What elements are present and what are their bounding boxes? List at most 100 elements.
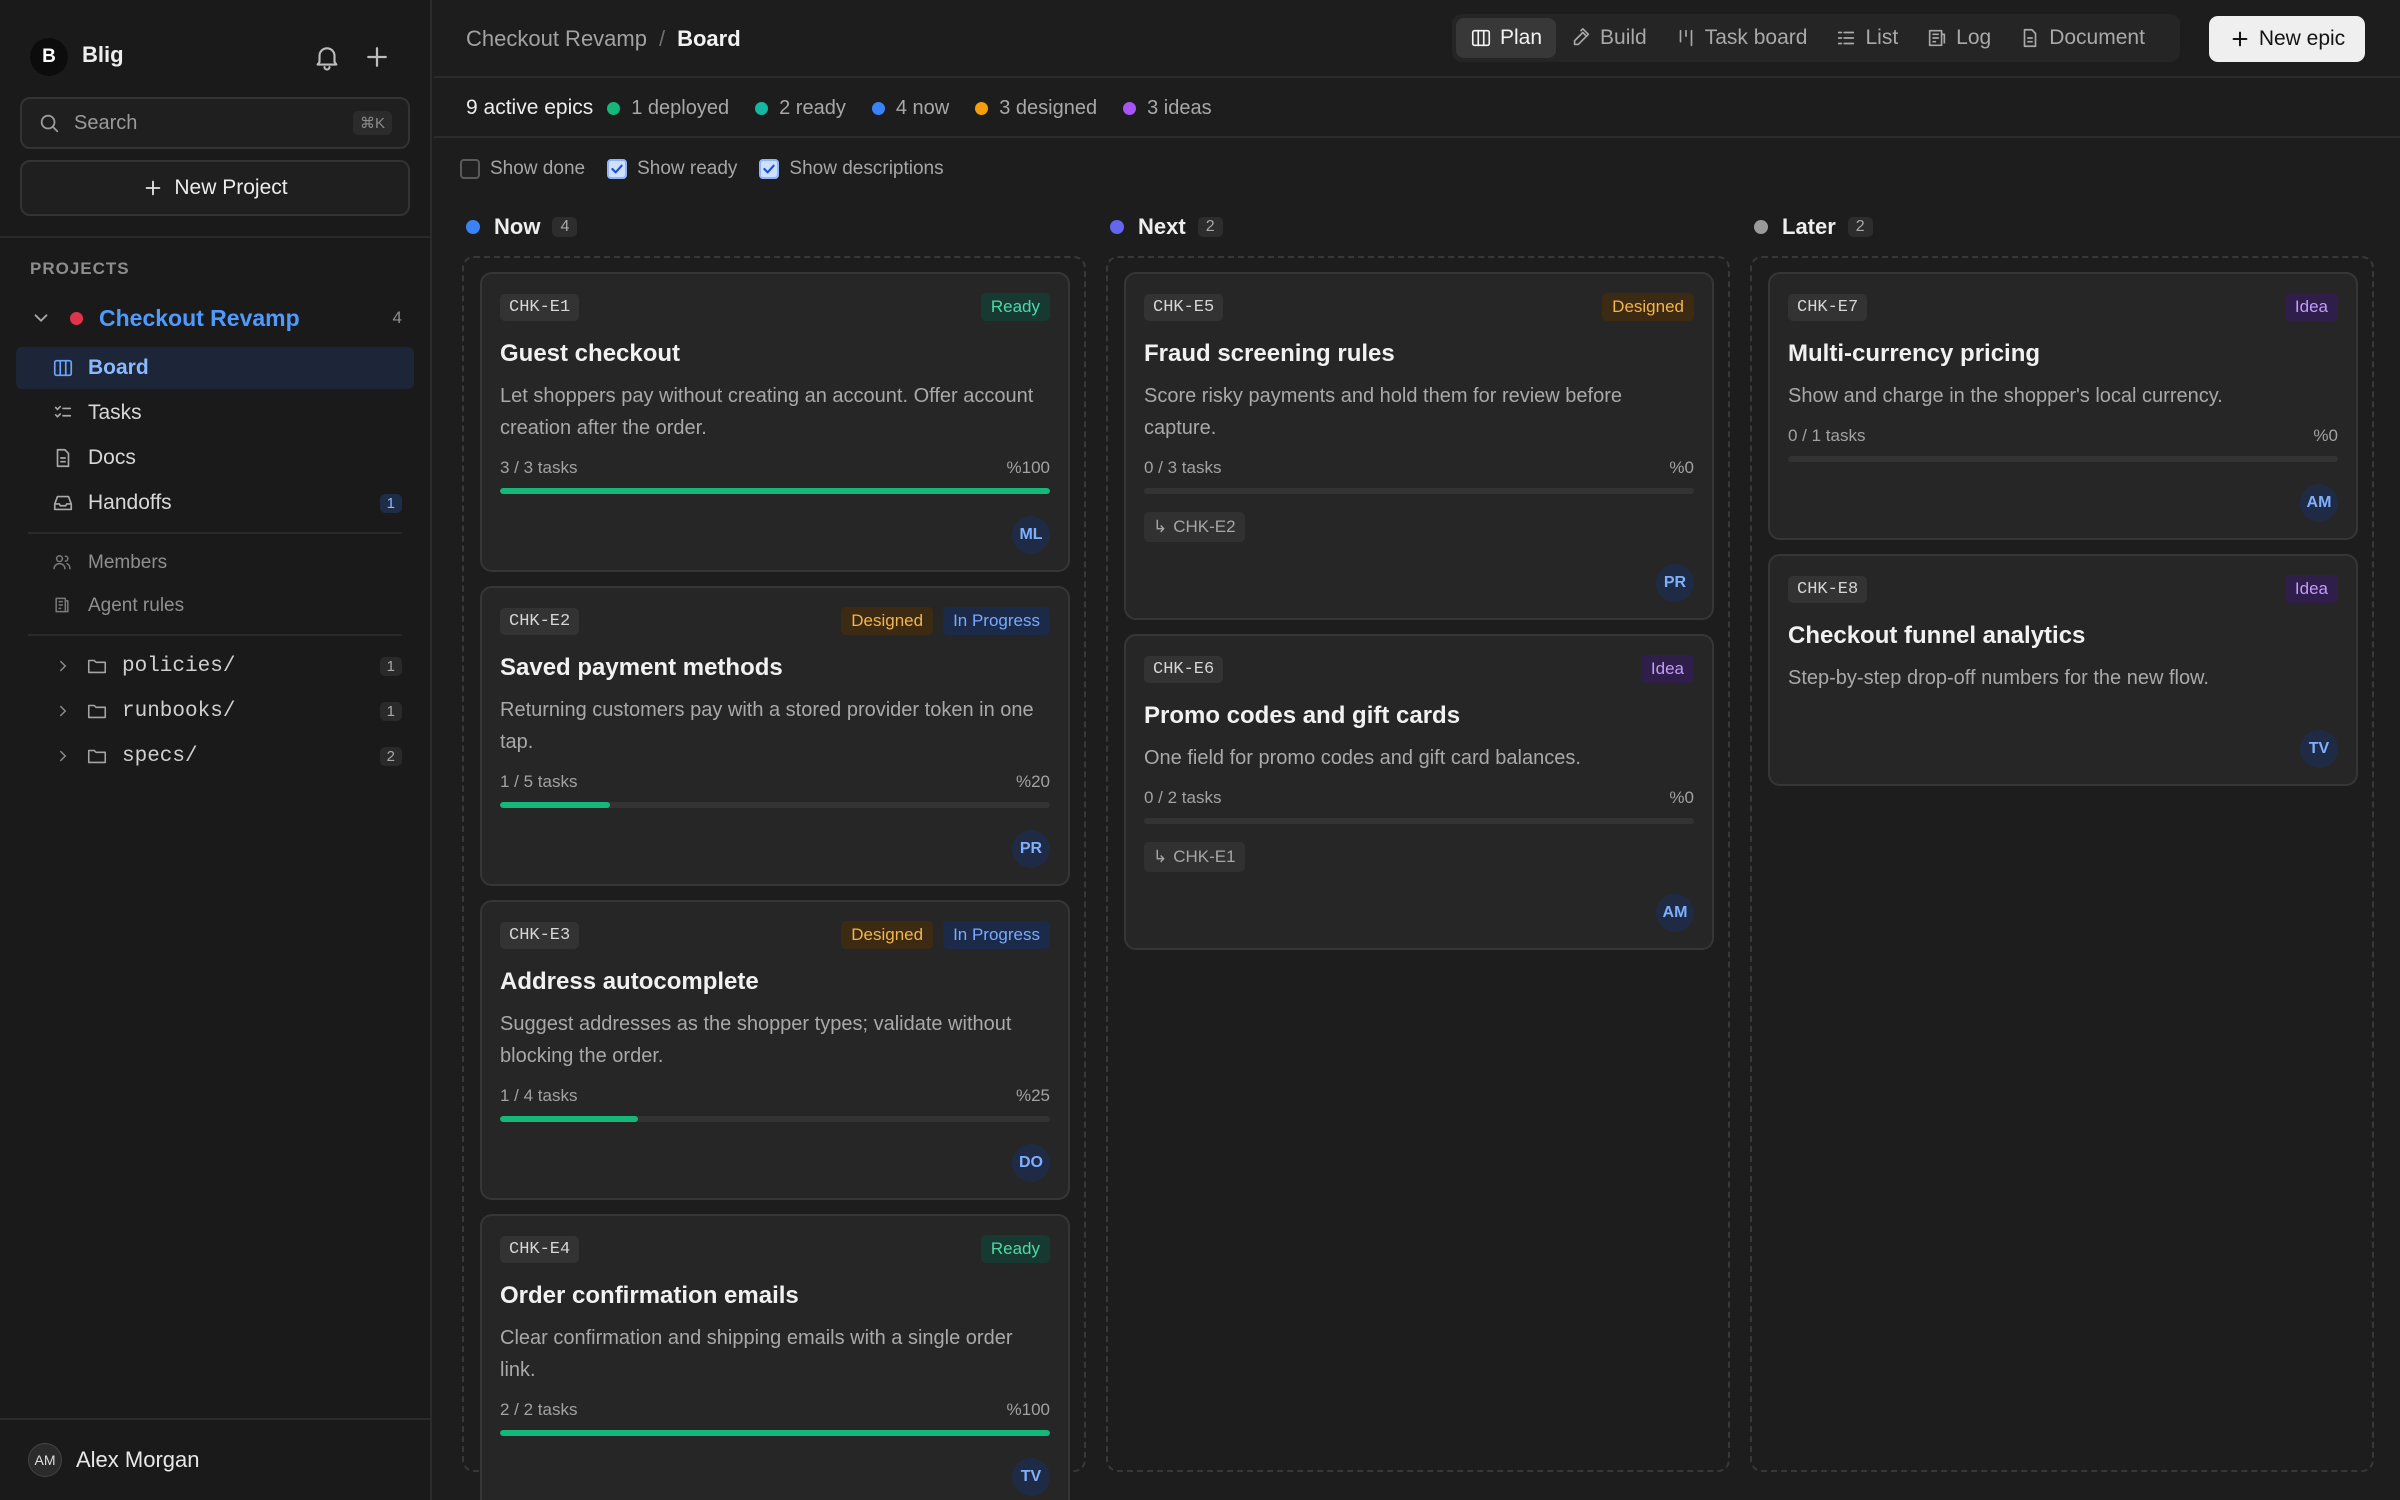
- avatar[interactable]: TV: [2300, 730, 2338, 768]
- column-header-later: Later 2: [1754, 212, 1873, 242]
- epic-card[interactable]: CHK-E1 Ready Guest checkout Let shoppers pa…: [480, 272, 1070, 572]
- new-epic-label: New epic: [2258, 27, 2346, 50]
- epic-title: Fraud screening rules: [1144, 340, 1395, 367]
- epic-card[interactable]: CHK-E3 Designed In Progress Address autocom…: [480, 900, 1070, 1200]
- status-dot: [607, 101, 621, 115]
- dependency-chip[interactable]: ↳ CHK-E1: [1144, 842, 1245, 872]
- tab-plan[interactable]: Plan: [1456, 18, 1557, 58]
- sidebar-item-board[interactable]: Board: [16, 347, 414, 389]
- chevron-right-icon[interactable]: [54, 702, 72, 720]
- members-icon: [52, 552, 74, 574]
- progress-fill: [500, 488, 1050, 494]
- avatar[interactable]: TV: [1012, 1458, 1050, 1496]
- tab-task-board[interactable]: Task board: [1661, 18, 1822, 58]
- checkbox[interactable]: [607, 159, 628, 179]
- sidebar-item-tasks[interactable]: Tasks: [16, 392, 414, 434]
- column-dot: [466, 220, 480, 234]
- breadcrumb-project[interactable]: Checkout Revamp: [466, 26, 647, 52]
- project-count: 4: [392, 308, 402, 327]
- progress-fill: [500, 1116, 638, 1122]
- docs-icon: [52, 447, 74, 469]
- epic-id: CHK-E2: [500, 607, 580, 635]
- filter-label: Show ready: [637, 158, 738, 179]
- avatar[interactable]: PR: [1656, 564, 1694, 602]
- stat-deployed: 1 deployed: [607, 97, 729, 120]
- column-title: Later: [1782, 214, 1836, 239]
- document-icon: [2019, 27, 2041, 49]
- status-badge: Designed: [841, 607, 934, 635]
- bell-icon[interactable]: [312, 42, 342, 72]
- folder-runbooks[interactable]: runbooks/ 1: [16, 690, 414, 732]
- epic-description: Step-by-step drop-off numbers for the ne…: [1788, 667, 2209, 689]
- tab-list[interactable]: List: [1821, 18, 1912, 58]
- card-badges: Idea: [2284, 575, 2338, 603]
- filter-show-done[interactable]: Show done: [460, 158, 585, 180]
- sidebar-item-docs[interactable]: Docs: [16, 437, 414, 479]
- new-project-button[interactable]: New Project: [20, 160, 410, 216]
- epic-title: Guest checkout: [500, 340, 681, 367]
- dependency-id: CHK-E2: [1173, 517, 1236, 536]
- status-dot: [871, 101, 885, 115]
- avatar[interactable]: PR: [1012, 830, 1050, 868]
- avatar[interactable]: AM: [2300, 484, 2338, 522]
- folder-icon: [86, 745, 108, 767]
- divider: [28, 532, 402, 534]
- plus-icon[interactable]: [362, 42, 392, 72]
- breadcrumb-separator: /: [658, 26, 666, 51]
- epic-title: Multi-currency pricing: [1788, 340, 2041, 367]
- stat-ideas: 3 ideas: [1123, 97, 1212, 120]
- checkbox[interactable]: [460, 159, 480, 179]
- status-badge: Idea: [2284, 575, 2338, 603]
- card-badges: Designed In Progress: [841, 607, 1050, 635]
- card-header: CHK-E7 Idea: [1788, 292, 2338, 322]
- task-count: 0 / 3 tasks: [1144, 458, 1222, 477]
- sidebar-item-members[interactable]: Members: [16, 542, 414, 584]
- status-badge: Ready: [980, 293, 1050, 321]
- epic-card[interactable]: CHK-E2 Designed In Progress Saved payment m…: [480, 586, 1070, 886]
- dependency-chip[interactable]: ↳ CHK-E2: [1144, 512, 1245, 542]
- filter-show-ready[interactable]: Show ready: [607, 158, 737, 180]
- avatar[interactable]: DO: [1012, 1144, 1050, 1182]
- avatar[interactable]: AM: [1656, 894, 1694, 932]
- chevron-right-icon[interactable]: [54, 657, 72, 675]
- tab-build[interactable]: Build: [1556, 18, 1661, 58]
- sidebar-item-label: Tasks: [88, 401, 142, 424]
- checkbox[interactable]: [759, 159, 780, 179]
- tab-log[interactable]: Log: [1912, 18, 2005, 58]
- filter-label: Show descriptions: [789, 158, 944, 179]
- folder-policies[interactable]: policies/ 1: [16, 645, 414, 687]
- tab-label: Task board: [1704, 26, 1808, 49]
- list-icon: [1835, 27, 1857, 49]
- stats-bar: 9 active epics 1 deployed 2 ready 4 now …: [434, 80, 2400, 138]
- workspace-avatar[interactable]: B: [30, 38, 68, 76]
- epic-title: Checkout funnel analytics: [1788, 622, 2086, 649]
- progress-percent: %100: [1006, 1400, 1050, 1419]
- chevron-right-icon[interactable]: [54, 747, 72, 765]
- epic-card[interactable]: CHK-E7 Idea Multi-currency pricing Show and…: [1768, 272, 2358, 540]
- filter-show-descriptions[interactable]: Show descriptions: [759, 158, 944, 180]
- progress-bar: [500, 1116, 1050, 1122]
- card-header: CHK-E5 Designed: [1144, 292, 1694, 322]
- dependency-arrow-icon: ↳: [1153, 517, 1168, 536]
- project-checkout-revamp[interactable]: Checkout Revamp 4: [20, 298, 412, 338]
- column-count: 2: [1847, 217, 1873, 237]
- sidebar-item-handoffs[interactable]: Handoffs 1: [16, 482, 414, 524]
- new-epic-button[interactable]: New epic: [2209, 16, 2365, 62]
- epic-card[interactable]: CHK-E8 Idea Checkout funnel analytics Step-…: [1768, 554, 2358, 786]
- epic-card[interactable]: CHK-E5 Designed Fraud screening rules Score…: [1124, 272, 1714, 620]
- user-menu[interactable]: AM Alex Morgan: [0, 1418, 430, 1500]
- plus-icon: [142, 177, 164, 199]
- chevron-down-icon[interactable]: [30, 307, 52, 329]
- search-input[interactable]: Search ⌘K: [20, 97, 410, 149]
- epic-card[interactable]: CHK-E6 Idea Promo codes and gift cards One …: [1124, 634, 1714, 950]
- sidebar-item-agent-rules[interactable]: Agent rules: [16, 585, 414, 627]
- workspace-name[interactable]: Blig: [82, 42, 124, 68]
- folder-specs[interactable]: specs/ 2: [16, 735, 414, 777]
- epic-card[interactable]: CHK-E4 Ready Order confirmation emails Clea…: [480, 1214, 1070, 1500]
- tab-document[interactable]: Document: [2005, 18, 2159, 58]
- progress-percent: %20: [1015, 772, 1050, 791]
- column-now: CHK-E1 Ready Guest checkout Let shoppers pa…: [462, 256, 1086, 1500]
- task-progress: 0 / 3 tasks %0: [1144, 458, 1694, 480]
- avatar[interactable]: ML: [1012, 516, 1050, 554]
- tab-label: Log: [1956, 26, 1992, 49]
